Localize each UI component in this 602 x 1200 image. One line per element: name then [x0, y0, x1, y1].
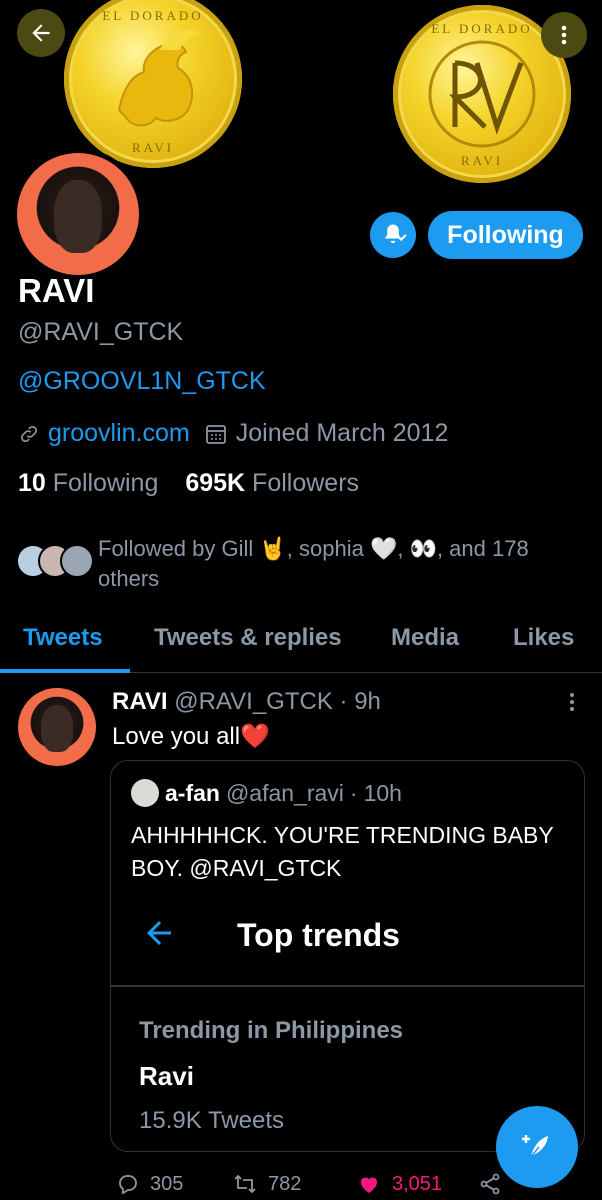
retweet-icon — [234, 1174, 256, 1194]
tab-tweets[interactable]: Tweets — [23, 624, 103, 652]
trend-context: Trending in Philippines — [139, 1017, 404, 1044]
profile-joined-date: Joined March 2012 — [235, 419, 449, 447]
following-button[interactable]: Following — [428, 211, 583, 259]
like-button[interactable]: 3,051 — [356, 1172, 442, 1196]
tweet-actions: 305 782 3,051 — [110, 1170, 530, 1200]
profile-counts: 10 Following 695K Followers — [18, 469, 359, 498]
tweet-more-button[interactable] — [562, 690, 582, 719]
profile-handle: @RAVI_GTCK — [18, 318, 184, 346]
followed-by-text: Followed by Gill 🤘, sophia 🤍, 👀, and 178… — [98, 536, 529, 591]
followers-label: Followers — [252, 469, 360, 497]
reply-count: 305 — [150, 1172, 184, 1195]
tweet-separator: · — [339, 688, 348, 715]
quoted-tweet[interactable]: a-fan @afan_ravi · 10h AHHHHHCK. YOU'RE … — [110, 760, 585, 1152]
trend-tweet-count: 15.9K Tweets — [139, 1107, 284, 1134]
compose-tweet-button[interactable] — [496, 1106, 578, 1188]
arrow-left-icon — [32, 24, 50, 42]
heart-filled-icon — [361, 1177, 377, 1193]
quoted-image-card[interactable]: Top trends Trending in Philippines Ravi … — [111, 881, 584, 1151]
tweet-author-name[interactable]: RAVI — [112, 688, 168, 715]
follower-avatar — [60, 544, 94, 578]
card-title: Top trends — [237, 917, 400, 953]
tab-tweets-and-replies[interactable]: Tweets & replies — [154, 624, 342, 652]
tweet-author-avatar[interactable] — [18, 688, 96, 766]
retweet-button[interactable]: 782 — [232, 1172, 301, 1196]
profile-name: RAVI — [18, 272, 95, 309]
arrow-left-icon — [147, 921, 171, 945]
reply-button[interactable]: 305 — [116, 1172, 183, 1196]
quoted-author-avatar — [131, 779, 159, 807]
active-tab-indicator — [0, 669, 130, 673]
quoted-author-name: a-fan — [165, 779, 220, 806]
trend-name: Ravi — [139, 1061, 194, 1091]
notifications-button[interactable] — [370, 212, 416, 258]
card-header: Top trends — [111, 881, 584, 987]
more-vertical-icon — [561, 25, 567, 45]
bell-check-icon — [384, 224, 407, 244]
coin-bottom-text: RAVI — [460, 153, 504, 168]
share-icon — [480, 1173, 500, 1195]
quoted-tweet-text: AHHHHHCK. YOU'RE TRENDING BABY BOY. @RAV… — [131, 822, 554, 881]
like-count: 3,051 — [392, 1172, 443, 1195]
profile-website-link[interactable]: groovlin.com — [48, 419, 190, 448]
followers-count: 695K — [185, 469, 246, 497]
reply-icon — [119, 1175, 137, 1195]
share-button[interactable] — [478, 1172, 502, 1196]
tweet-author-handle[interactable]: @RAVI_GTCK — [174, 688, 333, 715]
tweet-time: 9h — [354, 688, 381, 715]
quoted-author-handle: @afan_ravi — [225, 779, 344, 806]
following-count-link[interactable]: 10 Following — [18, 469, 165, 497]
profile-meta: groovlin.com Joined March 2012 — [18, 419, 448, 448]
feather-plus-icon — [522, 1135, 548, 1159]
back-button[interactable] — [17, 9, 65, 57]
more-vertical-icon — [570, 693, 574, 711]
tweet-text: Love you all❤️ — [112, 723, 270, 750]
profile-bio-mention[interactable]: @GROOVL1N_GTCK — [18, 367, 266, 396]
following-count: 10 — [18, 469, 46, 497]
link-icon — [20, 425, 38, 442]
retweet-count: 782 — [268, 1172, 302, 1195]
more-options-button[interactable] — [541, 12, 587, 58]
quoted-tweet-header: a-fan @afan_ravi · 10h — [131, 779, 402, 807]
tab-media[interactable]: Media — [391, 624, 459, 652]
tweet-header: RAVI @RAVI_GTCK · 9h — [112, 688, 381, 716]
profile-avatar[interactable] — [12, 148, 144, 280]
profile-tabs: Tweets Tweets & replies Media Likes — [0, 612, 602, 673]
banner-coin-left: EL DORADO RAVI — [64, 0, 242, 168]
followers-count-link[interactable]: 695K Followers — [185, 469, 359, 497]
tab-likes[interactable]: Likes — [513, 624, 574, 652]
quoted-separator: · — [349, 779, 358, 806]
following-label: Following — [52, 469, 159, 497]
calendar-icon — [205, 424, 226, 444]
quoted-time: 10h — [363, 779, 402, 806]
